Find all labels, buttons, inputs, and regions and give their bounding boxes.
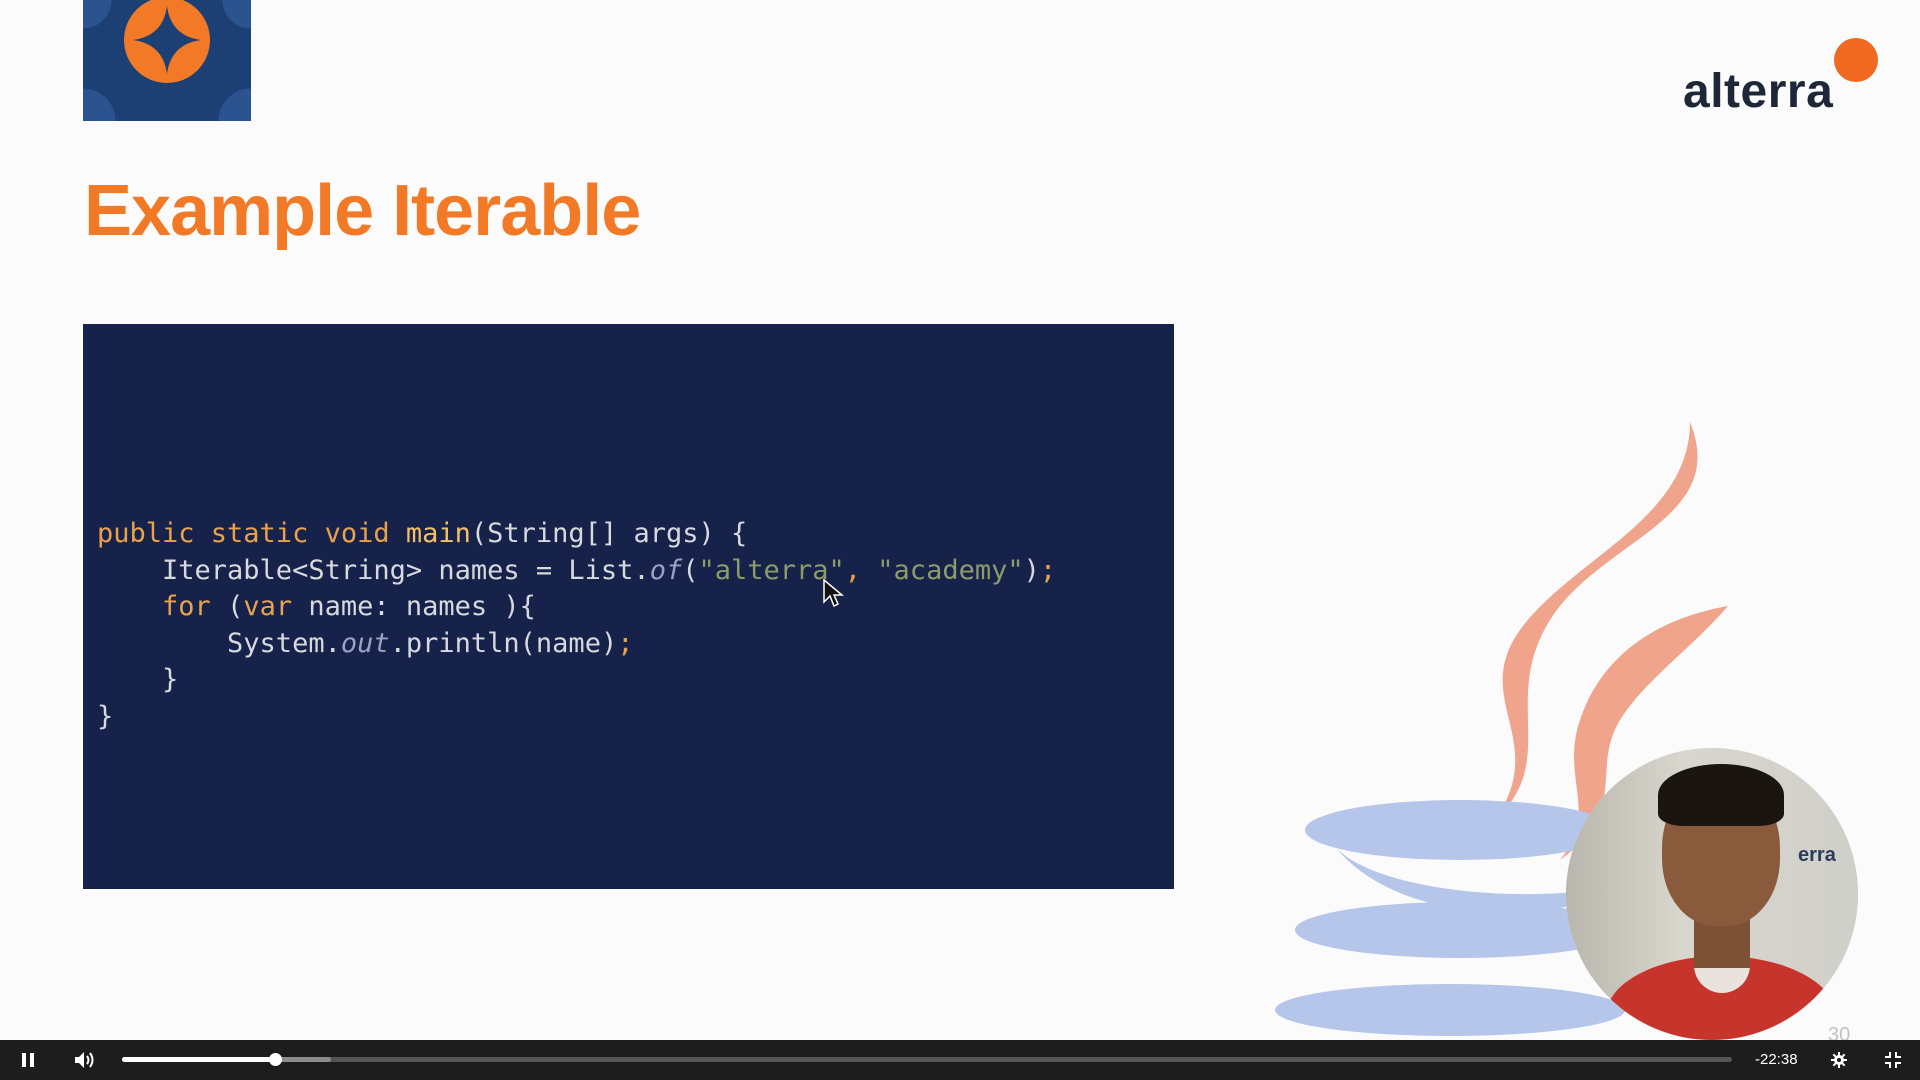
pause-icon bbox=[22, 1053, 34, 1067]
slide: alterra Example Iterable public static v… bbox=[0, 0, 1920, 1040]
code-text: public static void main(String[] args) {… bbox=[97, 516, 1056, 735]
time-remaining: -22:38 bbox=[1755, 1051, 1798, 1068]
code-line-2: Iterable<String> names = List.of("alterr… bbox=[97, 554, 1057, 586]
pause-button[interactable] bbox=[14, 1040, 42, 1080]
volume-button[interactable] bbox=[68, 1040, 102, 1080]
code-line-1: public static void main(String[] args) { bbox=[97, 518, 748, 549]
webcam-backdrop-text: erra bbox=[1798, 844, 1836, 866]
settings-button[interactable] bbox=[1826, 1040, 1852, 1080]
code-line-4: System.out.println(name); bbox=[97, 627, 634, 659]
brand-logo-dot bbox=[1834, 38, 1878, 82]
academy-logo bbox=[83, 0, 251, 121]
code-block: public static void main(String[] args) {… bbox=[83, 324, 1174, 889]
presenter-webcam: erra bbox=[1566, 748, 1858, 1040]
code-line-5: } bbox=[97, 664, 179, 695]
code-line-3: for (var name: names ){ bbox=[162, 591, 536, 622]
exit-fullscreen-icon bbox=[1885, 1052, 1901, 1068]
mouse-cursor-icon bbox=[823, 578, 844, 608]
volume-icon bbox=[75, 1052, 94, 1068]
gear-icon bbox=[1831, 1052, 1847, 1068]
seek-bar-handle[interactable] bbox=[268, 1053, 282, 1066]
code-line-6: } bbox=[97, 700, 114, 732]
seek-bar-played bbox=[122, 1057, 275, 1062]
exit-fullscreen-button[interactable] bbox=[1878, 1040, 1908, 1080]
seek-bar[interactable] bbox=[122, 1053, 1732, 1066]
slide-title: Example Iterable bbox=[84, 171, 641, 251]
slide-page-number: 30 bbox=[1828, 1024, 1851, 1040]
brand-logo: alterra bbox=[1683, 65, 1834, 118]
video-control-bar: -22:38 bbox=[0, 1040, 1920, 1080]
